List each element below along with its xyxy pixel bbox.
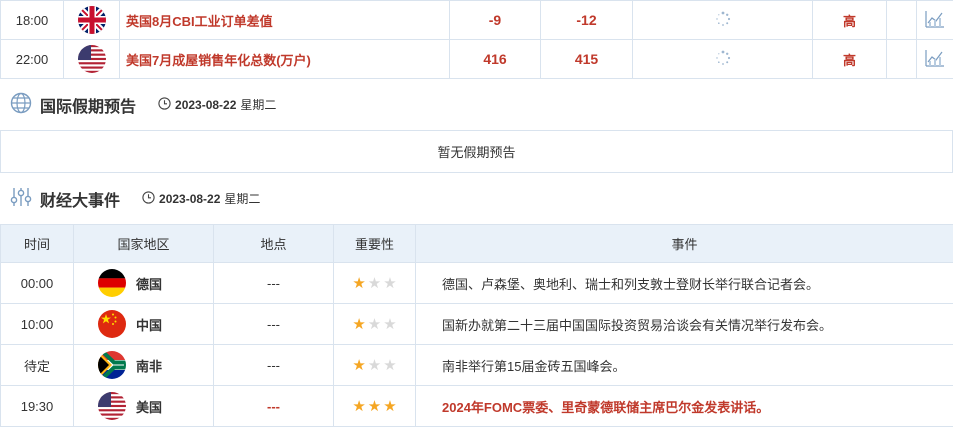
- importance-level: 高: [812, 39, 887, 79]
- event-row: 待定 南非 --- ★ ★ ★ 南非举行第15届金砖五国峰会。: [0, 344, 953, 386]
- star-filled-icon: ★: [352, 356, 366, 374]
- data-row: 18:00 英国8月CBI工业订单差值 -9 -12 高: [0, 0, 953, 40]
- star-empty-icon: ★: [367, 315, 382, 333]
- star-filled-icon: ★: [352, 274, 366, 292]
- event-country: 中国: [136, 317, 163, 333]
- loading-spinner-icon: [715, 11, 731, 30]
- event-description: 国新办就第二十三届中国国际投资贸易洽谈会有关情况举行发布会。: [415, 303, 953, 345]
- header-event: 事件: [415, 224, 953, 263]
- forecast-value: 415: [540, 39, 633, 79]
- importance-stars: ★ ★ ★: [333, 262, 416, 304]
- event-place: ---: [213, 262, 334, 304]
- header-time: 时间: [0, 224, 74, 263]
- event-time: 00:00: [0, 262, 74, 304]
- importance-stars: ★ ★ ★: [333, 385, 416, 427]
- event-description: 2024年FOMC票委、里奇蒙德联储主席巴尔金发表讲话。: [415, 385, 953, 427]
- indicator-name[interactable]: 英国8月CBI工业订单差值: [119, 0, 450, 40]
- event-country: 南非: [136, 358, 163, 374]
- star-empty-icon: ★: [383, 356, 397, 374]
- event-row: 10:00 中国 --- ★ ★ ★ 国新办就第二十三届中国国际投资贸易洽谈会有关情…: [0, 303, 953, 345]
- uk-flag-icon: [77, 6, 106, 34]
- event-country: 美国: [136, 399, 163, 415]
- event-description: 德国、卢森堡、奥地利、瑞士和列支敦士登财长举行联合记者会。: [415, 262, 953, 304]
- star-filled-icon: ★: [352, 397, 366, 415]
- star-empty-icon: ★: [383, 315, 397, 333]
- event-row: 19:30 美国 --- ★ ★ ★ 2024年FOMC票委、里奇蒙德联储主席巴尔金…: [0, 385, 953, 427]
- events-section-header: 财经大事件 2023-08-22 星期二: [0, 173, 953, 224]
- economic-data-table: 18:00 英国8月CBI工业订单差值 -9 -12 高 22:00 美国7月成…: [0, 0, 953, 79]
- previous-value: 416: [449, 39, 541, 79]
- event-time: 待定: [0, 344, 74, 386]
- events-section-title: 财经大事件: [40, 192, 121, 210]
- header-importance: 重要性: [333, 224, 416, 263]
- star-filled-icon: ★: [367, 397, 382, 415]
- star-filled-icon: ★: [352, 315, 366, 333]
- events-table-header: 时间 国家地区 地点 重要性 事件: [0, 224, 953, 263]
- event-description: 南非举行第15届金砖五国峰会。: [415, 344, 953, 386]
- holiday-empty-message: 暂无假期预告: [0, 130, 953, 173]
- event-place: ---: [213, 344, 334, 386]
- importance-level: 高: [812, 0, 887, 40]
- star-empty-icon: ★: [383, 274, 397, 292]
- south-africa-flag-icon: [98, 351, 126, 379]
- star-empty-icon: ★: [367, 274, 382, 292]
- clock-icon: [142, 190, 155, 207]
- event-time: 19:30: [0, 385, 74, 427]
- star-filled-icon: ★: [383, 397, 397, 415]
- events-table: 时间 国家地区 地点 重要性 事件 00:00 德国 --- ★ ★ ★ 德国、卢森…: [0, 224, 953, 427]
- event-row: 00:00 德国 --- ★ ★ ★ 德国、卢森堡、奥地利、瑞士和列支敦士登财长举行…: [0, 262, 953, 304]
- holiday-section-header: 国际假期预告 2023-08-22 星期二: [0, 79, 953, 130]
- filter-sliders-icon: [10, 186, 32, 211]
- header-place: 地点: [213, 224, 334, 263]
- event-place: ---: [213, 303, 334, 345]
- clock-icon: [158, 96, 171, 113]
- data-time: 22:00: [0, 39, 64, 79]
- us-flag-icon: [77, 45, 106, 73]
- germany-flag-icon: [98, 269, 126, 297]
- indicator-name[interactable]: 美国7月成屋销售年化总数(万户): [119, 39, 450, 79]
- importance-stars: ★ ★ ★: [333, 303, 416, 345]
- china-flag-icon: [98, 310, 126, 338]
- event-place: ---: [213, 385, 334, 427]
- events-date: 2023-08-22 星期二: [142, 190, 260, 207]
- event-time: 10:00: [0, 303, 74, 345]
- chart-icon[interactable]: [925, 49, 945, 70]
- us-flag-icon: [98, 392, 126, 420]
- star-empty-icon: ★: [367, 356, 382, 374]
- data-row: 22:00 美国7月成屋销售年化总数(万户) 416 415 高: [0, 39, 953, 79]
- loading-spinner-icon: [715, 50, 731, 69]
- previous-value: -9: [449, 0, 541, 40]
- data-time: 18:00: [0, 0, 64, 40]
- holiday-section-title: 国际假期预告: [40, 98, 137, 116]
- event-country: 德国: [136, 276, 163, 292]
- globe-icon: [10, 92, 32, 117]
- importance-stars: ★ ★ ★: [333, 344, 416, 386]
- holiday-date: 2023-08-22 星期二: [158, 96, 276, 113]
- chart-icon[interactable]: [925, 10, 945, 31]
- header-country: 国家地区: [73, 224, 214, 263]
- forecast-value: -12: [540, 0, 633, 40]
